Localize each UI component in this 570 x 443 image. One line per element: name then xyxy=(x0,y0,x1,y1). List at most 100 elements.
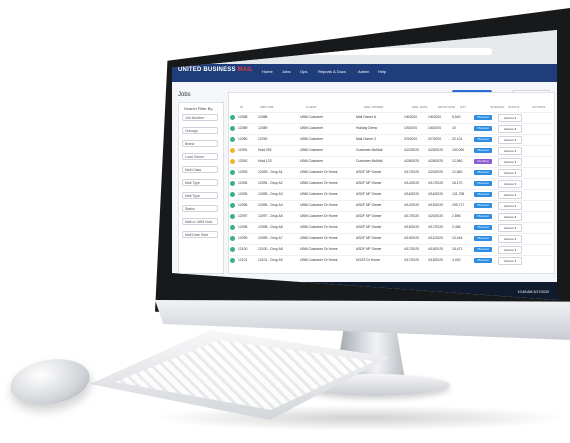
cell-client: UBM Customer Dr Home xyxy=(300,170,338,174)
brand-logo: UNITED BUSINESS MAIL xyxy=(178,67,253,73)
cell-job: 12097 - Drop A5 xyxy=(258,214,283,218)
cell-id: 12090 xyxy=(238,137,248,141)
actions-dropdown[interactable]: Actions ▾ xyxy=(498,213,522,221)
column-header[interactable]: QTY xyxy=(460,105,466,109)
filter-field[interactable]: Mail or UBM Now xyxy=(182,218,218,225)
column-header[interactable]: ACTIONS xyxy=(532,105,545,109)
table-row[interactable]: 12092 Hold 123 UBM Customer Customer McMail… xyxy=(228,156,553,167)
actions-dropdown[interactable]: Actions ▾ xyxy=(498,136,522,144)
column-header[interactable]: INTERVAL xyxy=(490,105,504,109)
table-row[interactable]: 12095 12095 - Drop A3 UBM Customer Dr Home… xyxy=(228,189,553,200)
cell-job: Hold 123 xyxy=(258,159,272,163)
actions-dropdown[interactable]: Actions ▾ xyxy=(498,224,522,232)
table-row[interactable]: 12089 12089 UBM Customer Holiday Demo 1/5/20… xyxy=(228,123,553,134)
column-header[interactable]: DROP DATE xyxy=(438,105,455,109)
actions-dropdown[interactable]: Actions ▾ xyxy=(498,246,522,254)
filter-field[interactable]: Brand xyxy=(182,140,218,147)
table-row[interactable]: 12091 Hold 092 UBM Customer Customer McMail… xyxy=(228,145,553,156)
actions-dropdown[interactable]: Actions ▾ xyxy=(498,169,522,177)
actions-dropdown[interactable]: Actions ▾ xyxy=(498,158,522,166)
filter-field[interactable]: Chicago xyxy=(182,127,218,134)
nav-reports[interactable]: Reports & Docs xyxy=(318,69,346,74)
column-header[interactable]: MAIL DATE xyxy=(412,105,428,109)
browser-tab[interactable] xyxy=(202,36,322,43)
cell-owner: Mail Owner 2 xyxy=(356,137,376,141)
column-header[interactable]: ID xyxy=(240,105,243,109)
floor-shadow xyxy=(150,405,570,431)
row-status-icon xyxy=(230,225,235,230)
brand-logo-white: UNITED BUSINESS xyxy=(178,67,236,73)
filter-title: Search Filter By xyxy=(184,106,213,111)
actions-dropdown[interactable]: Actions ▾ xyxy=(498,125,522,133)
table-row[interactable]: 12099 12099 - Drop A7 UBM Customer Dr Home… xyxy=(228,233,553,244)
cell-client: UBM Customer Dr Home xyxy=(300,225,338,229)
actions-dropdown[interactable]: Actions ▾ xyxy=(498,147,522,155)
cell-id: 12092 xyxy=(238,159,248,163)
actions-dropdown[interactable]: Actions ▾ xyxy=(498,191,522,199)
filter-field[interactable]: Job Number xyxy=(182,114,218,121)
table-row[interactable]: 12094 12094 - Drop A2 UBM Customer Dr Home… xyxy=(228,178,553,189)
cell-job: 12101 - Drop A9 xyxy=(258,258,283,262)
table-row[interactable]: 12101 12101 - Drop A9 UBM Customer Dr Home… xyxy=(228,255,553,266)
filter-field[interactable]: Mail Type xyxy=(182,192,218,199)
row-status-icon xyxy=(230,170,235,175)
filter-field[interactable]: Mail Class xyxy=(182,166,218,173)
row-status-icon xyxy=(230,247,235,252)
column-header[interactable]: UBM JOB xyxy=(260,105,273,109)
cell-job: 12089 xyxy=(258,126,268,130)
actions-dropdown[interactable]: Actions ▾ xyxy=(498,257,522,265)
cell-qty: 2,456 xyxy=(452,225,461,229)
cell-owner: ASDF NP Owner xyxy=(356,170,382,174)
cell-qty: 100,000 xyxy=(452,148,465,152)
cell-drop: 4/15/2020 xyxy=(428,203,444,207)
column-header[interactable]: CLIENT xyxy=(306,105,317,109)
column-header[interactable]: STATUS xyxy=(508,105,519,109)
status-badge: Planned xyxy=(474,225,492,230)
table-row[interactable]: 12097 12097 - Drop A5 UBM Customer Dr Home… xyxy=(228,211,553,222)
cell-mail: 4/17/2020 xyxy=(404,214,420,218)
cell-client: UBM Customer Dr Home xyxy=(300,181,338,185)
actions-dropdown[interactable]: Actions ▾ xyxy=(498,114,522,122)
nav-home[interactable]: Home xyxy=(262,69,273,74)
cell-client: UBM Customer Dr Home xyxy=(300,192,338,196)
table-row[interactable]: 12100 12100 - Drop A8 UBM Customer Dr Home… xyxy=(228,244,553,255)
cell-qty: 2,896 xyxy=(452,214,461,218)
actions-dropdown[interactable]: Actions ▾ xyxy=(498,202,522,210)
cell-id: 12088 xyxy=(238,115,248,119)
filter-field[interactable]: Mail Type xyxy=(182,179,218,186)
row-status-icon xyxy=(230,137,235,142)
cell-job: 12093 - Drop A1 xyxy=(258,170,283,174)
row-status-icon xyxy=(230,126,235,131)
status-badge: Planned xyxy=(474,236,492,241)
table-row[interactable]: 12093 12093 - Drop A1 UBM Customer Dr Home… xyxy=(228,167,553,178)
table-row[interactable]: 12090 12290 UBM Customer Mail Owner 2 2/3/20… xyxy=(228,134,553,145)
monitor-screen: UNITED BUSINESS MAIL Home Jobs Ops Repor… xyxy=(172,30,557,300)
nav-help[interactable]: Help xyxy=(378,69,386,74)
status-badge: Planned xyxy=(474,181,492,186)
table-row[interactable]: 12096 12096 - Drop A4 UBM Customer Dr Home… xyxy=(228,200,553,211)
nav-ops[interactable]: Ops xyxy=(300,69,307,74)
filter-field[interactable]: Mail Date Start xyxy=(182,231,218,238)
cell-drop: 4/16/2020 xyxy=(428,192,444,196)
cell-qty: 12,560 xyxy=(452,159,463,163)
column-header[interactable]: MAIL OWNER xyxy=(364,105,383,109)
filter-field[interactable]: Load Owner xyxy=(182,153,218,160)
table-row[interactable]: 12088 12088 UBM Customer Mail Owner A 1/6/20… xyxy=(228,112,553,123)
actions-dropdown[interactable]: Actions ▾ xyxy=(498,235,522,243)
page-title: Jobs xyxy=(178,92,191,98)
status-badge: Planned xyxy=(474,137,492,142)
cell-owner: ASDF NP Owner xyxy=(356,247,382,251)
nav-jobs[interactable]: Jobs xyxy=(282,69,290,74)
filter-field[interactable]: Status xyxy=(182,205,218,212)
cell-drop: 4/17/2020 xyxy=(428,225,444,229)
nav-admin[interactable]: Admin xyxy=(358,69,369,74)
cell-owner: Holiday Demo xyxy=(356,126,378,130)
actions-dropdown[interactable]: Actions ▾ xyxy=(498,180,522,188)
cell-qty: 10,444 xyxy=(452,236,463,240)
cell-mail: 4/19/2020 xyxy=(404,236,420,240)
cell-drop: 4/18/2020 xyxy=(428,258,444,262)
table-row[interactable]: 12098 12098 - Drop A6 UBM Customer Dr Home… xyxy=(228,222,553,233)
cell-qty: 4,000 xyxy=(452,258,461,262)
clock-time: 10:48 AM xyxy=(517,290,533,294)
taskbar-clock: 10:48 AM 3/17/2020 xyxy=(518,290,549,294)
